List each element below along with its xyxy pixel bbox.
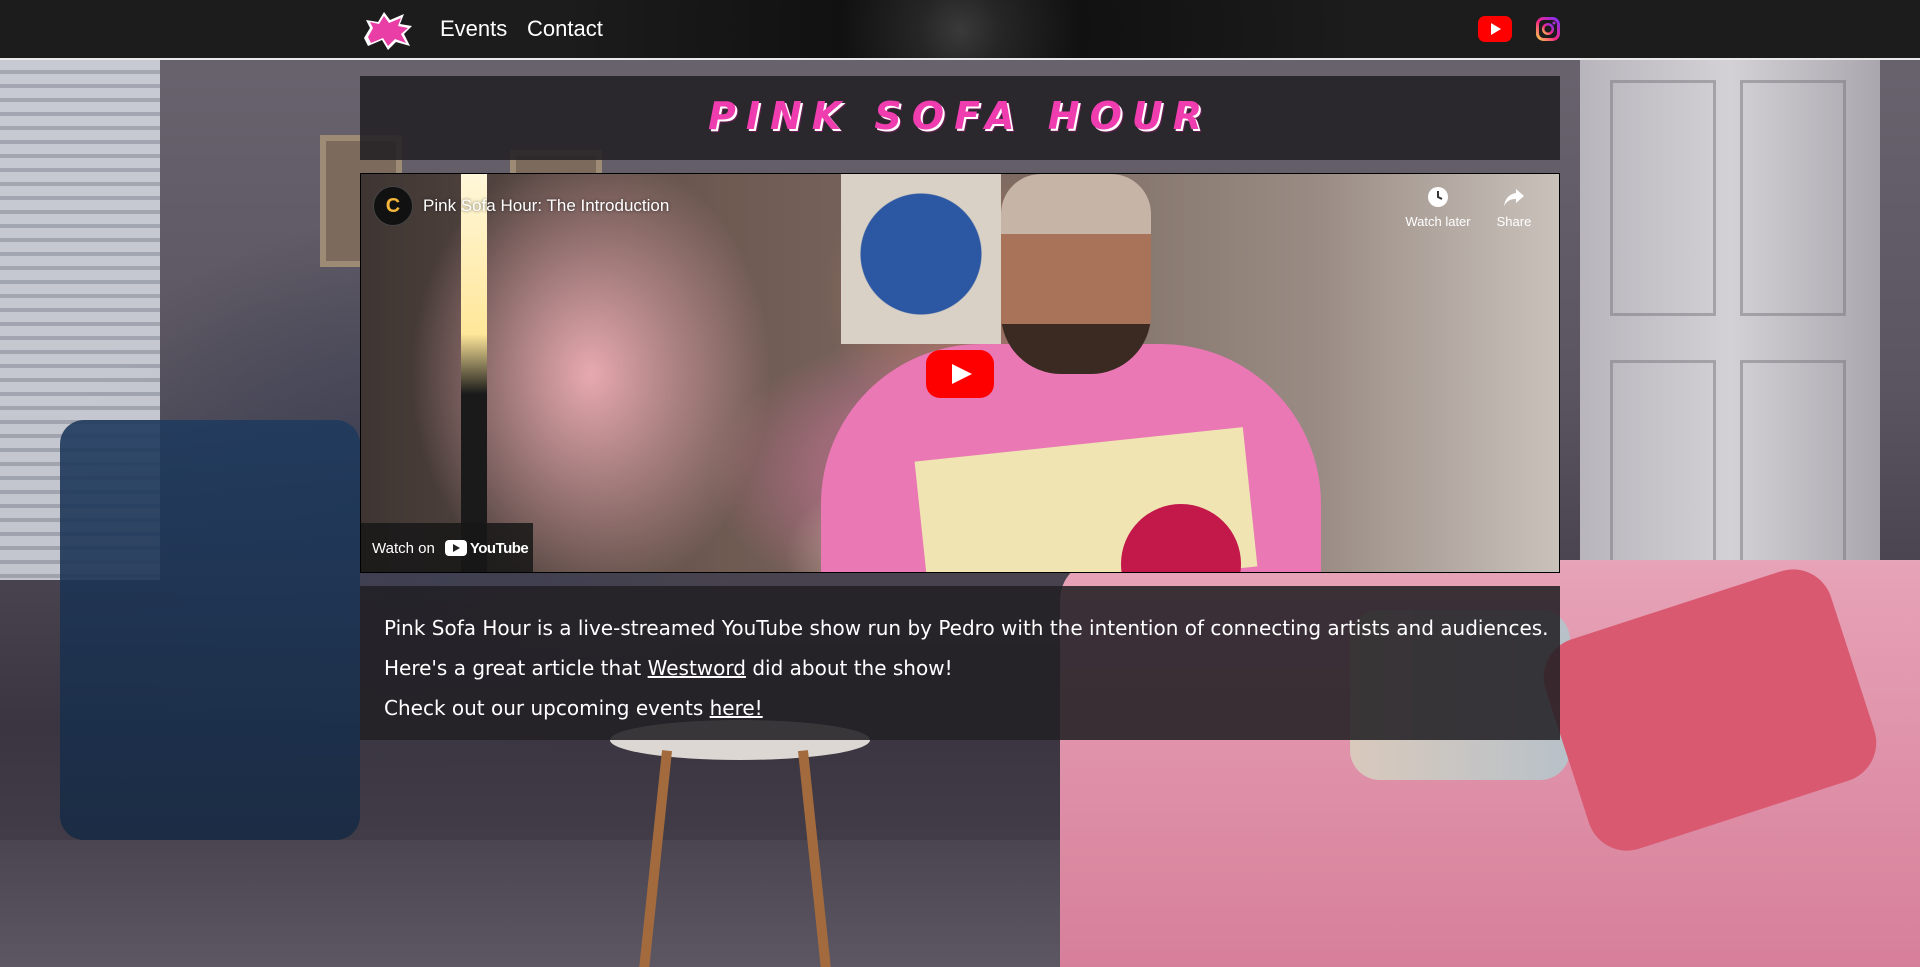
watch-later-button[interactable]: Watch later xyxy=(1398,186,1478,229)
description-line-1: Pink Sofa Hour is a live-streamed YouTub… xyxy=(384,616,1549,640)
youtube-link[interactable] xyxy=(1478,16,1512,47)
site-logo[interactable] xyxy=(360,8,416,52)
instagram-icon xyxy=(1536,17,1560,41)
channel-avatar[interactable]: C xyxy=(373,186,413,226)
description-line-2: Here's a great article that Westword did… xyxy=(384,648,1536,688)
pink-logo-icon xyxy=(364,12,412,50)
youtube-wordmark: YouTube xyxy=(444,539,529,557)
share-label: Share xyxy=(1496,214,1532,229)
instagram-link[interactable] xyxy=(1536,17,1560,46)
video-frame-person xyxy=(1001,174,1151,374)
watch-on-youtube-button[interactable]: Watch on YouTube xyxy=(361,523,533,572)
armchair xyxy=(60,420,360,840)
description-panel: Pink Sofa Hour is a live-streamed YouTub… xyxy=(360,586,1560,740)
youtube-wordmark-text: YouTube xyxy=(469,539,529,557)
youtube-video-embed[interactable]: C Pink Sofa Hour: The Introduction Watch… xyxy=(360,173,1560,573)
door xyxy=(1580,60,1880,620)
description-line-2-prefix: Here's a great article that xyxy=(384,656,648,680)
clock-icon xyxy=(1428,187,1448,207)
nav-link-contact[interactable]: Contact xyxy=(527,16,603,42)
youtube-icon xyxy=(1478,16,1512,42)
share-button[interactable]: Share xyxy=(1474,186,1554,229)
video-frame-lamp xyxy=(461,174,487,572)
channel-avatar-letter: C xyxy=(385,194,401,217)
description-line-2-suffix: did about the show! xyxy=(745,656,953,680)
events-here-link[interactable]: here! xyxy=(710,696,763,720)
watch-on-label: Watch on xyxy=(372,539,435,557)
share-arrow-icon xyxy=(1504,189,1524,206)
title-panel: PINK SOFA HOUR xyxy=(360,76,1560,160)
description-line-3-prefix: Check out our upcoming events xyxy=(384,696,710,720)
westword-link[interactable]: Westword xyxy=(648,656,746,680)
page-title: PINK SOFA HOUR xyxy=(707,94,1213,138)
video-frame-hoodie xyxy=(841,174,1001,344)
top-navigation-bar: Events Contact xyxy=(0,0,1920,60)
nav-link-events[interactable]: Events xyxy=(440,16,507,42)
watch-later-label: Watch later xyxy=(1405,214,1471,229)
youtube-mini-icon xyxy=(444,540,467,556)
description-line-3: Check out our upcoming events here! xyxy=(384,688,1536,728)
play-button[interactable] xyxy=(926,350,994,398)
video-title[interactable]: Pink Sofa Hour: The Introduction xyxy=(423,196,669,216)
